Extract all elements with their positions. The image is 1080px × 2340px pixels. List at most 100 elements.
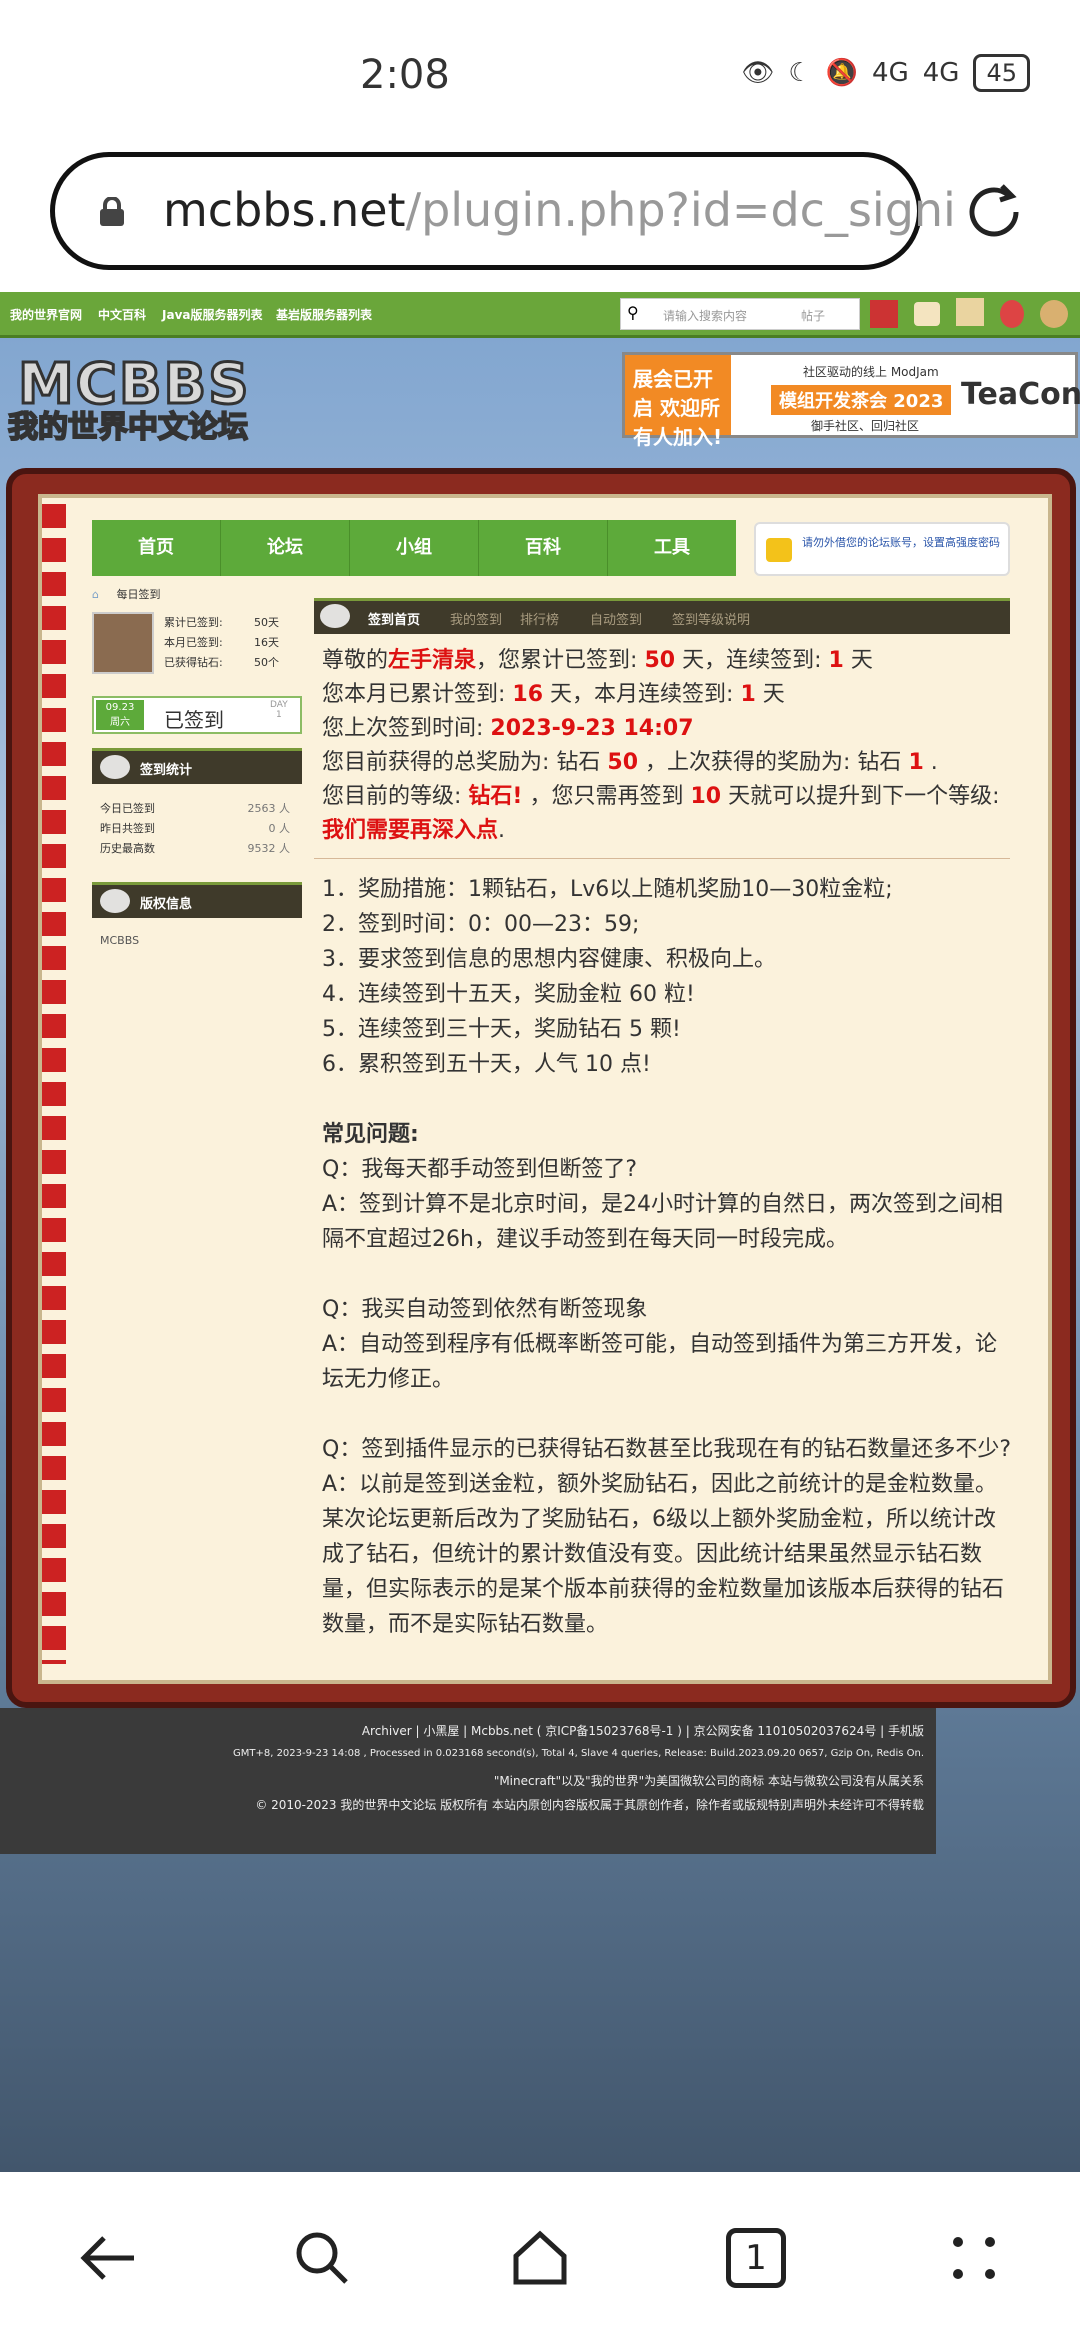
rule-item: 1．奖励措施：1颗钻石，Lv6以上随机奖励10—30粒金粒;	[322, 877, 893, 902]
site-area: 我的世界官网 中文百科 Java版服务器列表 基岩版服务器列表 ⚲ 请输入搜索内…	[0, 292, 1080, 2172]
current-level: 钻石!	[468, 784, 523, 809]
user-stat-label: 本月已签到:	[164, 636, 223, 649]
user-stat-label: 已获得钻石:	[164, 656, 223, 669]
rule-item: 2．签到时间：0：00—23：59;	[322, 912, 640, 937]
sign-date-badge: 09.23 周六	[96, 700, 144, 730]
day-value: 1	[276, 710, 282, 720]
summary-line-1: 尊敬的左手清泉，您累计已签到: 50 天，连续签到: 1 天	[322, 644, 1012, 678]
topnav-item[interactable]: 中文百科	[98, 306, 146, 323]
user-stat-row: 本月已签到: 16天	[164, 634, 314, 650]
url-path: /plugin.php?id=dc_signi	[405, 183, 956, 237]
teacon-banner[interactable]: 展会已开启 欢迎所有人加入! 社区驱动的线上 ModJam 模组开发茶会 202…	[622, 352, 1080, 449]
home-icon[interactable]: ⌂	[92, 588, 99, 601]
speaker-icon	[766, 538, 792, 562]
username: 左手清泉	[388, 648, 477, 673]
search-type-select[interactable]: 帖子	[801, 307, 825, 324]
user-stat-value: 50天	[254, 616, 279, 629]
more-icon[interactable]	[944, 2228, 1004, 2288]
text: 天，连续签到:	[682, 648, 822, 673]
nav-home[interactable]: 首页	[92, 520, 221, 576]
faq-title: 常见问题:	[322, 1122, 419, 1147]
sign-date: 09.23	[105, 702, 135, 713]
tab-ranking[interactable]: 排行榜	[520, 609, 559, 628]
mail-icon[interactable]	[914, 302, 940, 326]
site-footer: Archiver | 小黑屋 | Mcbbs.net ( 京ICP备150237…	[0, 1708, 936, 1854]
tab-auto-sign[interactable]: 自动签到	[590, 609, 642, 628]
nav-group[interactable]: 小组	[350, 520, 479, 576]
avatar[interactable]	[92, 612, 154, 674]
stats-label: 历史最高数	[100, 842, 155, 855]
site-search[interactable]: ⚲ 请输入搜索内容 帖子	[620, 298, 860, 330]
book-frame: 首页 论坛 小组 百科 工具 请勿外借您的论坛账号，设置高强度密码 ⌂ 每日签到…	[6, 468, 1076, 1708]
user-stat-value: 50个	[254, 656, 279, 669]
block-icon[interactable]	[956, 298, 984, 326]
streak-days: 1	[828, 648, 844, 673]
search-submit-icon[interactable]	[870, 300, 898, 328]
summary-line-5: 您目前的等级: 钻石! ，您只需再签到 10 天就可以提升到下一个等级: 我们需…	[322, 780, 1012, 848]
tab-my-sign[interactable]: 我的签到	[450, 609, 502, 628]
rules-and-faq: 1．奖励措施：1颗钻石，Lv6以上随机奖励10—30粒金粒; 2．签到时间：0：…	[322, 872, 1012, 1642]
month-days: 16	[512, 682, 544, 707]
footer-stats: GMT+8, 2023-9-23 14:08 , Processed in 0.…	[232, 1748, 924, 1759]
sign-label: 已签到	[164, 708, 224, 732]
faq-answer: A：以前是签到送金粒，额外奖励钻石，因此之前统计的是金粒数量。某次论坛更新后改为…	[322, 1472, 1005, 1637]
nav-forum[interactable]: 论坛	[221, 520, 350, 576]
divider	[314, 858, 1010, 859]
address-bar[interactable]: mcbbs.net/plugin.php?id=dc_signi	[50, 152, 956, 270]
faq-question: Q：我每天都手动签到但断签了?	[322, 1157, 637, 1182]
tab-level-info[interactable]: 签到等级说明	[672, 609, 750, 628]
security-notice[interactable]: 请勿外借您的论坛账号，设置高强度密码	[754, 522, 1010, 576]
url-host: mcbbs.net	[163, 183, 406, 237]
text: 天，本月连续签到:	[550, 682, 734, 707]
breadcrumb-current: 每日签到	[116, 588, 161, 601]
summary-line-2: 您本月已累计签到: 16 天，本月连续签到: 1 天	[322, 678, 1012, 712]
potion-icon[interactable]	[1000, 300, 1024, 328]
text: ，您累计已签到:	[476, 648, 638, 673]
days-needed: 10	[690, 784, 722, 809]
sign-tabs: 签到首页 我的签到 排行榜 自动签到 签到等级说明	[314, 598, 1010, 634]
home-icon[interactable]	[510, 2228, 570, 2288]
sign-in-button[interactable]: 09.23 周六 已签到 DAY 1	[92, 696, 302, 734]
back-icon[interactable]	[78, 2228, 138, 2288]
signal-icon-2: 4G	[922, 58, 960, 88]
search-icon[interactable]	[292, 2228, 352, 2288]
nav-tools[interactable]: 工具	[608, 520, 736, 576]
site-logo[interactable]: MCBBS 我的世界中文论坛	[7, 351, 258, 447]
total-reward: 50	[607, 750, 639, 775]
user-stat-label: 累计已签到:	[164, 616, 223, 629]
text: ，您只需再签到	[529, 784, 684, 809]
text: 您本月已累计签到:	[322, 682, 506, 707]
reload-icon[interactable]	[960, 178, 1028, 246]
browser-bottom-bar: 1	[0, 2172, 1080, 2340]
breadcrumb: ⌂ 每日签到	[92, 586, 160, 602]
topnav-item[interactable]: Java版服务器列表	[162, 306, 262, 323]
creeper-icon	[100, 755, 130, 779]
cookie-icon[interactable]	[1040, 300, 1068, 328]
banner-bottom: 御手社区、回归社区	[811, 419, 920, 433]
faq-answer: A：签到计算不是北京时间，是24小时计算的自然日，两次签到之间相隔不宜超过26h…	[322, 1192, 1004, 1252]
faq-question: Q：签到插件显示的已获得钻石数甚至比我现在有的钻石数量还多不少?	[322, 1437, 1011, 1462]
tabs-button[interactable]: 1	[726, 2228, 786, 2288]
topnav-item[interactable]: 基岩版服务器列表	[276, 306, 372, 323]
eye-icon: 👁	[741, 58, 775, 88]
user-summary: 累计已签到: 50天 本月已签到: 16天 已获得钻石: 50个	[92, 612, 302, 682]
faq-answer: A：自动签到程序有低概率断签可能，自动签到插件为第三方开发，论坛无力修正。	[322, 1332, 998, 1392]
footer-trademark: "Minecraft"以及"我的世界"为美国微软公司的商标 本站与微软公司没有从…	[493, 1774, 924, 1788]
text: .	[930, 750, 938, 775]
text: 您上次签到时间:	[322, 716, 484, 741]
tab-sign-home[interactable]: 签到首页	[368, 609, 420, 628]
stats-row: 历史最高数 9532 人	[100, 840, 290, 856]
creeper-icon	[320, 604, 350, 628]
stats-value: 9532 人	[247, 842, 291, 855]
last-reward: 1	[908, 750, 924, 775]
summary-line-4: 您目前获得的总奖励为: 钻石 50 ，上次获得的奖励为: 钻石 1 .	[322, 746, 1012, 780]
user-stat-row: 已获得钻石: 50个	[164, 654, 314, 670]
user-stat-row: 累计已签到: 50天	[164, 614, 314, 630]
text: 天	[850, 648, 873, 673]
stats-label: 今日已签到	[100, 802, 155, 815]
nav-wiki[interactable]: 百科	[479, 520, 608, 576]
topnav-item[interactable]: 我的世界官网	[10, 306, 82, 323]
footer-links[interactable]: Archiver | 小黑屋 | Mcbbs.net ( 京ICP备150237…	[362, 1722, 924, 1739]
next-level: 我们需要再深入点	[322, 818, 499, 843]
logo-subtitle: 我的世界中文论坛	[7, 409, 249, 446]
